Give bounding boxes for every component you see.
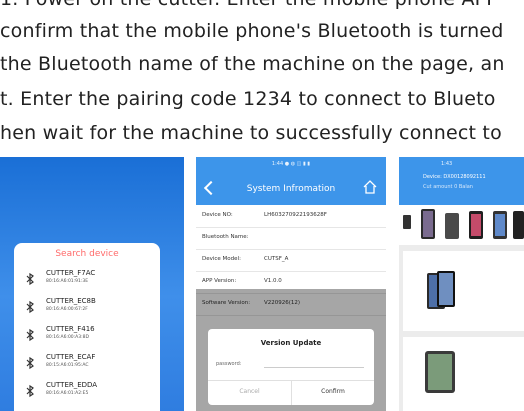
bluetooth-icon bbox=[26, 384, 34, 398]
info-label: Device NO: bbox=[202, 212, 233, 218]
status-bar: 1:44 ● ◍ ◫ ▮ ▮ bbox=[271, 161, 311, 167]
confirm-button[interactable]: Confirm bbox=[291, 381, 374, 405]
page-title: System Infromation bbox=[246, 184, 336, 194]
info-value: CUTSF_A bbox=[264, 256, 289, 262]
bluetooth-device-dialog: Search device CUTTER_F7AC 80:16:A6:01:91… bbox=[14, 243, 160, 411]
bluetooth-icon bbox=[26, 272, 34, 286]
password-label: password: bbox=[216, 361, 242, 367]
device-name: CUTTER_F7AC bbox=[46, 269, 96, 277]
device-name: CUTTER_EC8B bbox=[46, 297, 96, 305]
home-icon[interactable] bbox=[362, 179, 378, 195]
cancel-button[interactable]: Cancel bbox=[208, 381, 291, 405]
device-name: CUTTER_EDDA bbox=[46, 381, 98, 389]
bluetooth-icon bbox=[26, 356, 34, 370]
dialog-title: Search device bbox=[55, 249, 119, 259]
info-label: Device Model: bbox=[202, 256, 241, 262]
bluetooth-search-screenshot: Search device CUTTER_F7AC 80:16:A6:01:91… bbox=[0, 157, 184, 411]
status-time: 1:44 bbox=[271, 161, 284, 167]
bluetooth-device-item[interactable]: CUTTER_F416 80:16:A6:00:A3:8D bbox=[24, 325, 154, 347]
info-value: V1.0.0 bbox=[264, 278, 282, 284]
app-header: 1:43 Device: DX00128092111 Cut amount 0 … bbox=[399, 157, 524, 205]
phone-image bbox=[427, 271, 455, 309]
instruction-line: the Bluetooth name of the machine on the… bbox=[0, 53, 505, 75]
device-model-screenshot: 1:43 Device: DX00128092111 Cut amount 0 … bbox=[399, 157, 524, 411]
device-mac: 80:15:A6:01:95:AC bbox=[46, 363, 89, 368]
app-header: 1:44 ● ◍ ◫ ▮ ▮ System Infromation bbox=[196, 157, 386, 205]
cut-amount: Cut amount 0 Balan bbox=[423, 184, 473, 190]
password-input[interactable] bbox=[264, 367, 364, 368]
instruction-text: 1. Power on the cutter. Enter the mobile… bbox=[0, 0, 524, 152]
info-row: Device NO: LH603270922193628F bbox=[196, 205, 386, 228]
info-label: APP Version: bbox=[202, 278, 237, 284]
device-mac: 80:16:A6:00:A3:8D bbox=[46, 335, 89, 340]
info-label: Bluetooth Name: bbox=[202, 234, 249, 240]
phone-model-card[interactable] bbox=[403, 251, 524, 331]
bluetooth-device-item[interactable]: CUTTER_F7AC 80:16:A6:01:91:3E bbox=[24, 269, 154, 291]
instruction-line: hen wait for the machine to successfully… bbox=[0, 122, 502, 144]
tablet-image bbox=[425, 351, 455, 393]
device-name: CUTTER_F416 bbox=[46, 325, 95, 333]
bluetooth-icon bbox=[26, 300, 34, 314]
bluetooth-icon bbox=[26, 328, 34, 342]
system-info-screenshot: 1:44 ● ◍ ◫ ▮ ▮ System Infromation Device… bbox=[196, 157, 386, 411]
dialog-title: Version Update bbox=[260, 339, 322, 347]
info-row: Device Model: CUTSF_A bbox=[196, 249, 386, 272]
info-row: Bluetooth Name: bbox=[196, 227, 386, 250]
device-mac: 80:16:A6:01:A2:E5 bbox=[46, 391, 89, 396]
instruction-line: 1. Power on the cutter. Enter the mobile… bbox=[0, 0, 498, 10]
device-id: Device: DX00128092111 bbox=[423, 174, 486, 180]
bluetooth-device-item[interactable]: CUTTER_EC8B 80:16:A6:00:67:2F bbox=[24, 297, 154, 319]
device-mac: 80:16:A6:00:67:2F bbox=[46, 307, 88, 312]
device-name: CUTTER_ECAF bbox=[46, 353, 96, 361]
instruction-line: confirm that the mobile phone's Bluetoot… bbox=[0, 20, 504, 42]
tablet-model-card[interactable] bbox=[403, 337, 524, 411]
instruction-line: t. Enter the pairing code 1234 to connec… bbox=[0, 88, 496, 110]
version-update-dialog: Version Update password: Cancel Confirm bbox=[208, 329, 374, 405]
info-value: LH603270922193628F bbox=[264, 212, 327, 218]
status-time: 1:43 bbox=[441, 161, 453, 167]
bluetooth-device-item[interactable]: CUTTER_ECAF 80:15:A6:01:95:AC bbox=[24, 353, 154, 375]
bluetooth-device-item[interactable]: CUTTER_EDDA 80:16:A6:01:A2:E5 bbox=[24, 381, 154, 403]
phone-thumbnails-image bbox=[403, 209, 524, 239]
featured-models-strip[interactable] bbox=[399, 205, 524, 245]
device-mac: 80:16:A6:01:91:3E bbox=[46, 279, 89, 284]
